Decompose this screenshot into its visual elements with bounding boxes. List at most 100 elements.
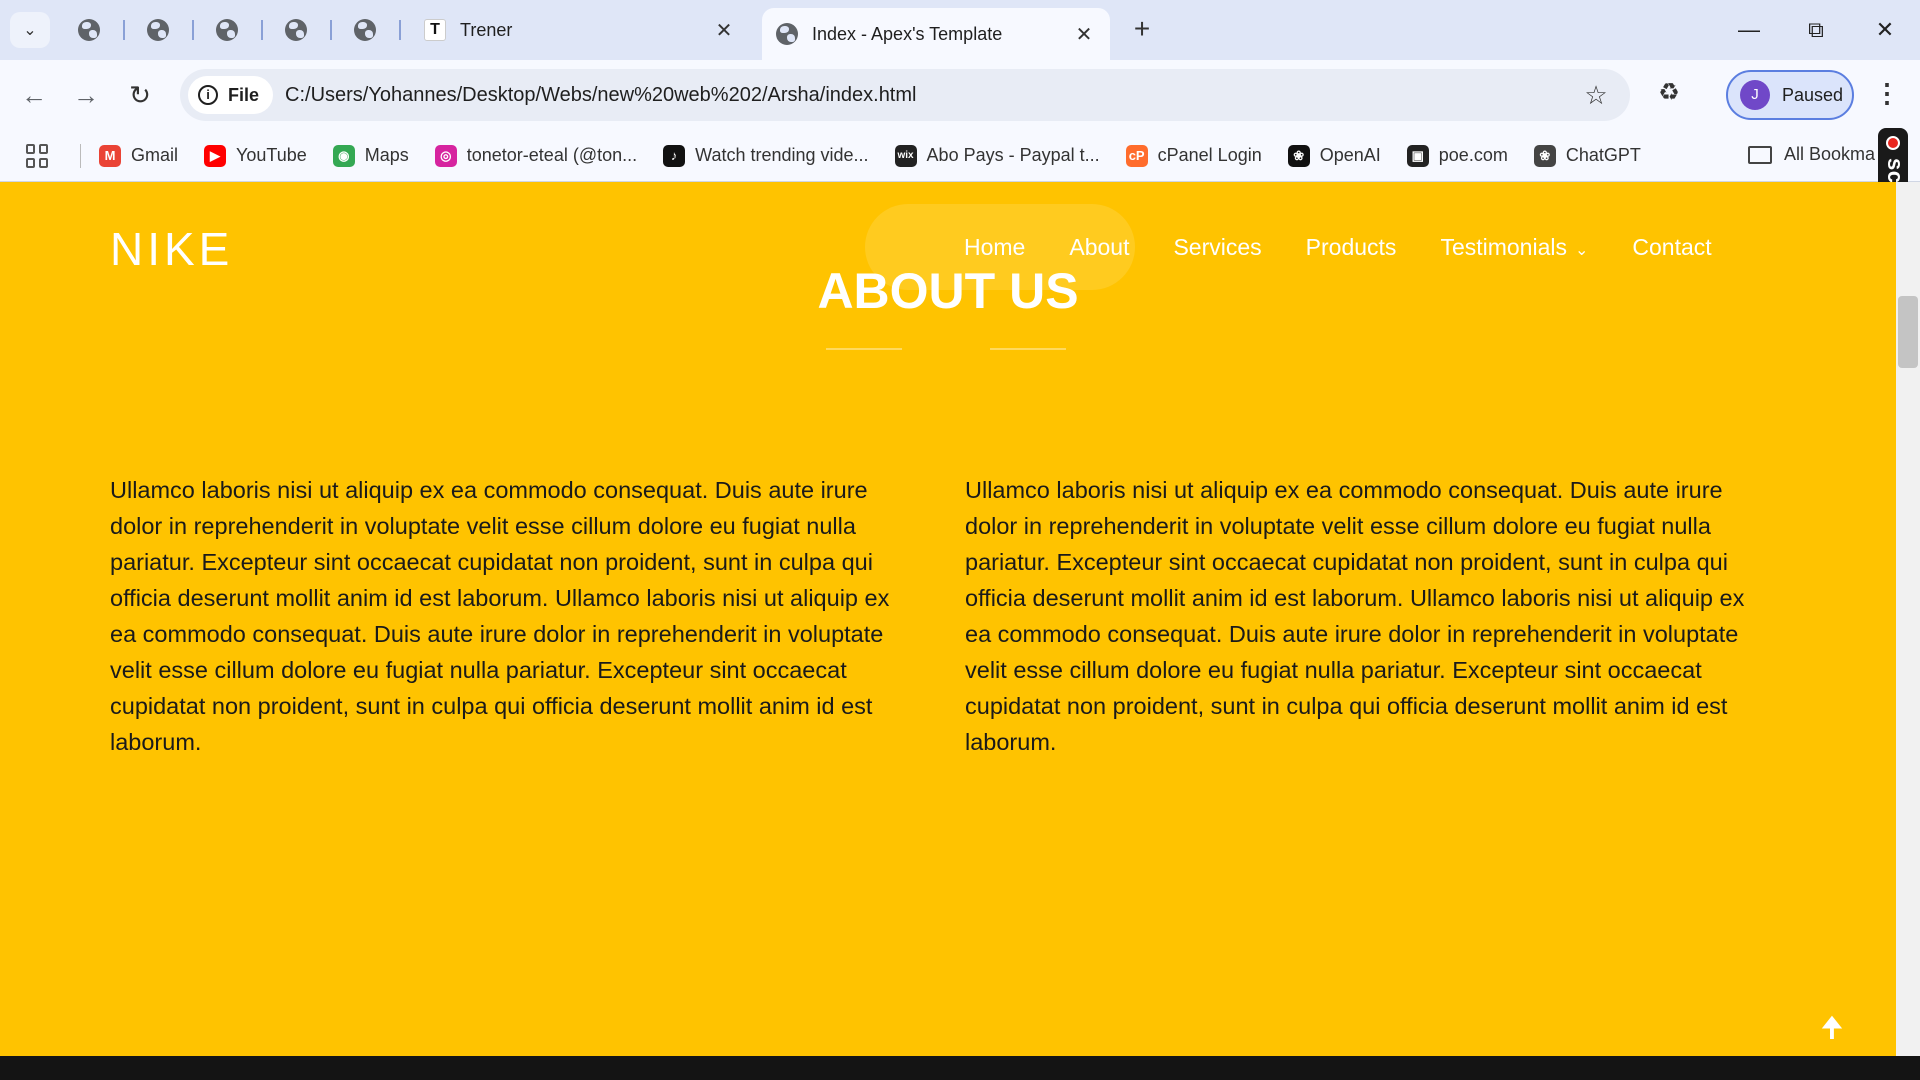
- gmail-icon: M: [99, 144, 121, 167]
- bookmark-label: OpenAI: [1319, 145, 1381, 165]
- globe-icon: [216, 19, 238, 41]
- browser-chrome: ⌄ T Trener ✕ Index - Apex's Template ✕ +…: [0, 0, 1920, 182]
- bookmark-openai[interactable]: ❀ OpenAI: [1287, 144, 1381, 167]
- minimize-button[interactable]: —: [1726, 10, 1772, 50]
- reload-button[interactable]: ↻: [122, 77, 158, 113]
- chatgpt-icon: ❀: [1533, 144, 1556, 167]
- bookmark-label: ChatGPT: [1565, 145, 1641, 165]
- bookmark-gmail[interactable]: M Gmail: [99, 144, 179, 167]
- back-button[interactable]: ←: [16, 77, 52, 113]
- globe-icon: [776, 23, 798, 45]
- tiktok-icon: ♪: [663, 144, 686, 167]
- tab-trener[interactable]: T Trener ✕: [410, 10, 750, 50]
- browser-toolbar: ← → ↻ i File C:/Users/Yohannes/Desktop/W…: [0, 60, 1920, 130]
- bookmark-poe[interactable]: ▣ poe.com: [1406, 144, 1508, 167]
- extensions-icon[interactable]: ♻: [1652, 78, 1686, 112]
- restore-button[interactable]: ⧉: [1793, 10, 1839, 50]
- globe-icon: [147, 19, 169, 41]
- all-bookmarks-button[interactable]: All Bookma: [1748, 144, 1875, 165]
- bookmarks-separator: [80, 143, 81, 168]
- address-bar[interactable]: i File C:/Users/Yohannes/Desktop/Webs/ne…: [180, 69, 1630, 121]
- chevron-down-icon: ⌄: [1574, 242, 1589, 259]
- nav-contact[interactable]: Contact: [1632, 234, 1711, 261]
- globe-icon: [354, 19, 376, 41]
- bookmark-label: YouTube: [236, 145, 307, 165]
- bookmark-tiktok[interactable]: ♪ Watch trending vide...: [663, 144, 869, 167]
- trener-favicon-icon: T: [424, 19, 446, 41]
- bookmark-youtube[interactable]: ▶ YouTube: [204, 144, 307, 167]
- bookmark-label: tonetor-eteal (@ton...: [466, 145, 638, 165]
- pinned-tab[interactable]: [210, 14, 244, 46]
- nav-products[interactable]: Products: [1306, 234, 1397, 261]
- chevron-down-icon: ⌄: [23, 22, 37, 39]
- info-icon: i: [198, 85, 218, 105]
- close-icon[interactable]: ✕: [1072, 22, 1096, 47]
- bookmark-label: Maps: [364, 145, 409, 165]
- nav-about[interactable]: About: [1069, 234, 1129, 261]
- web-page: NIKE ABOUT US Home About Services Produc…: [0, 182, 1896, 1056]
- pinned-tab[interactable]: [72, 14, 106, 46]
- bookmark-label: Abo Pays - Paypal t...: [926, 145, 1100, 165]
- main-nav: Home About Services Products Testimonial…: [964, 234, 1756, 261]
- tab-separator: [261, 20, 263, 40]
- about-paragraph-left: Ullamco laboris nisi ut aliquip ex ea co…: [110, 477, 890, 755]
- tab-separator: [330, 20, 332, 40]
- tab-separator: [192, 20, 194, 40]
- bookmark-label: cPanel Login: [1157, 145, 1262, 165]
- pinned-tab[interactable]: [348, 14, 382, 46]
- bookmark-instagram[interactable]: ◎ tonetor-eteal (@ton...: [434, 144, 638, 167]
- bookmark-maps[interactable]: ◉ Maps: [332, 144, 409, 167]
- page-footer-edge: [0, 1056, 1920, 1080]
- nav-services[interactable]: Services: [1173, 234, 1261, 261]
- folder-icon: [1748, 145, 1772, 164]
- site-chip-label: File: [228, 84, 260, 105]
- tab-title: Trener: [460, 19, 513, 40]
- openai-icon: ❀: [1287, 144, 1310, 167]
- tab-separator: [399, 20, 401, 40]
- close-window-button[interactable]: ✕: [1862, 10, 1908, 50]
- tab-title: Index - Apex's Template: [812, 23, 1003, 44]
- new-tab-button[interactable]: +: [1126, 14, 1158, 46]
- url-text[interactable]: C:/Users/Yohannes/Desktop/Webs/new%20web…: [285, 84, 1576, 107]
- about-paragraph-right: Ullamco laboris nisi ut aliquip ex ea co…: [965, 477, 1745, 755]
- back-to-top-arrow-icon[interactable]: 🠉: [1808, 1004, 1856, 1052]
- bookmark-label: Gmail: [131, 145, 179, 165]
- forward-button[interactable]: →: [68, 77, 104, 113]
- bookmark-star-icon[interactable]: ☆: [1576, 80, 1616, 111]
- site-info-chip[interactable]: i File: [188, 76, 274, 114]
- nav-home[interactable]: Home: [964, 234, 1025, 261]
- tab-strip: ⌄ T Trener ✕ Index - Apex's Template ✕ +…: [0, 0, 1920, 60]
- section-title: ABOUT US: [817, 263, 1079, 319]
- bookmark-list: M Gmail ▶ YouTube ◉ Maps ◎ tonetor-eteal (@ton.…: [99, 144, 1667, 167]
- title-underline: [990, 348, 1066, 350]
- globe-icon: [78, 19, 100, 41]
- tab-separator: [123, 20, 125, 40]
- pinned-tab[interactable]: [141, 14, 175, 46]
- profile-button[interactable]: J Paused: [1726, 70, 1854, 120]
- pinned-tab[interactable]: [279, 14, 313, 46]
- bookmark-chatgpt[interactable]: ❀ ChatGPT: [1533, 144, 1641, 167]
- youtube-icon: ▶: [204, 144, 227, 167]
- wix-icon: wix: [894, 144, 917, 167]
- maps-icon: ◉: [332, 144, 355, 167]
- profile-status: Paused: [1782, 84, 1844, 105]
- nav-testimonials[interactable]: Testimonials ⌄: [1440, 234, 1588, 261]
- title-underline: [826, 348, 902, 350]
- globe-icon: [285, 19, 307, 41]
- instagram-icon: ◎: [434, 144, 457, 167]
- apps-grid-icon[interactable]: [26, 143, 50, 168]
- all-bookmarks-label: All Bookma: [1784, 144, 1876, 164]
- scrollbar-thumb[interactable]: [1898, 296, 1918, 368]
- menu-kebab-icon[interactable]: ⋮: [1872, 78, 1902, 112]
- bookmark-label: poe.com: [1438, 145, 1508, 165]
- tab-index-apex[interactable]: Index - Apex's Template ✕: [762, 8, 1110, 60]
- record-dot-icon: [1886, 136, 1900, 150]
- tab-search-button[interactable]: ⌄: [10, 12, 50, 48]
- bookmarks-bar: M Gmail ▶ YouTube ◉ Maps ◎ tonetor-eteal (@ton.…: [0, 130, 1920, 182]
- bookmark-cpanel[interactable]: cP cPanel Login: [1125, 144, 1262, 167]
- bookmark-wix[interactable]: wix Abo Pays - Paypal t...: [894, 144, 1100, 167]
- nav-testimonials-label: Testimonials: [1440, 234, 1567, 260]
- cpanel-icon: cP: [1125, 144, 1148, 167]
- close-icon[interactable]: ✕: [712, 18, 736, 43]
- bookmark-label: Watch trending vide...: [695, 145, 869, 165]
